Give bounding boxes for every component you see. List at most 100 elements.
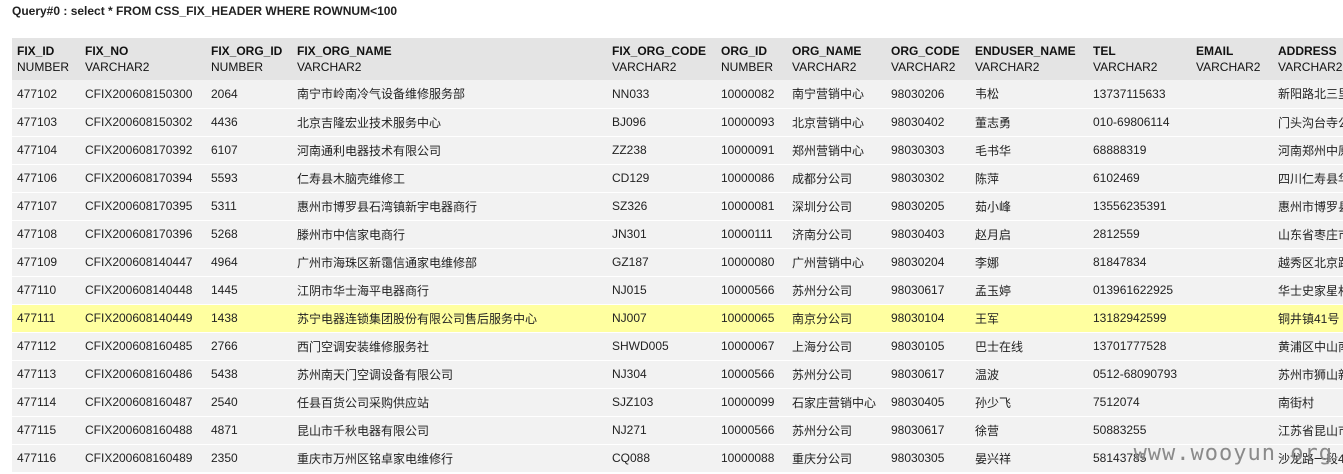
- table-cell: 98030405: [891, 395, 945, 409]
- table-cell: 苏州分公司: [792, 367, 853, 382]
- table-row[interactable]: 477115 CFIX200608160488 4871 昆山市千秋电器有限公司 NJ2…: [12, 416, 1343, 444]
- table-cell: 2540: [211, 395, 238, 409]
- table-cell: [1191, 248, 1273, 276]
- table-cell: 1438: [211, 311, 238, 325]
- table-cell: 5438: [211, 367, 238, 381]
- table-cell: 98030303: [891, 143, 945, 157]
- table-cell: 98030305: [891, 451, 945, 465]
- table-row[interactable]: 477114 CFIX200608160487 2540 任县百货公司采购供应站 SJZ…: [12, 388, 1343, 416]
- table-cell: 50883255: [1093, 423, 1147, 437]
- table-row[interactable]: 477108 CFIX200608170396 5268 滕州市中信家电商行 JN301…: [12, 220, 1343, 248]
- table-cell: 苏州分公司: [792, 423, 853, 438]
- table-cell: 南宁营销中心: [792, 87, 865, 102]
- table-cell: 7512074: [1093, 395, 1140, 409]
- table-row[interactable]: 477110 CFIX200608140448 1445 江阴市华士海平电器商行 NJ0…: [12, 276, 1343, 304]
- table-cell: 98030104: [891, 311, 945, 325]
- table-cell: 重庆市万州区铭卓家电维修行: [297, 451, 454, 466]
- column-header-fix-no[interactable]: FIX_NO VARCHAR2: [80, 38, 206, 80]
- table-cell: 477107: [17, 199, 58, 213]
- table-cell: 赵月启: [975, 227, 1012, 242]
- table-cell: CFIX200608170395: [85, 199, 193, 213]
- column-name: FIX_ORG_ID: [211, 44, 283, 58]
- table-cell: 2766: [211, 339, 238, 353]
- table-cell: 茹小峰: [975, 199, 1012, 214]
- table-cell: 10000081: [721, 199, 775, 213]
- table-cell: 河南通利电器技术有限公司: [297, 143, 442, 158]
- column-type: VARCHAR2: [297, 60, 362, 74]
- column-type: NUMBER: [17, 60, 70, 74]
- table-row[interactable]: 477103 CFIX200608150302 4436 北京吉隆宏业技术服务中心 BJ…: [12, 108, 1343, 136]
- table-row[interactable]: 477109 CFIX200608140447 4964 广州市海珠区新霭信通家电维修…: [12, 248, 1343, 276]
- column-header-fix-org-name[interactable]: FIX_ORG_NAME VARCHAR2: [292, 38, 607, 80]
- table-cell: [1191, 80, 1273, 108]
- column-header-enduser-name[interactable]: ENDUSER_NAME VARCHAR2: [970, 38, 1088, 80]
- table-cell: 惠州市博罗县石湾镇新宇电器商行: [297, 199, 478, 214]
- column-header-fix-id[interactable]: FIX_ID NUMBER: [12, 38, 80, 80]
- table-cell: CFIX200608170392: [85, 143, 193, 157]
- table-cell: 江阴市华士海平电器商行: [297, 283, 430, 298]
- table-cell: 孟玉婷: [975, 283, 1012, 298]
- table-cell: 477111: [17, 311, 56, 325]
- table-cell: 5311: [211, 199, 237, 213]
- table-cell: 98030302: [891, 171, 945, 185]
- table-cell: 477103: [17, 115, 58, 129]
- table-row[interactable]: 477111 CFIX200608140449 1438 苏宁电器连锁集团股份有限公司…: [12, 304, 1343, 332]
- table-cell: CFIX200608150300: [85, 86, 193, 101]
- table-cell: 13182942599: [1093, 311, 1167, 325]
- results-table-container[interactable]: FIX_ID NUMBER FIX_NO VARCHAR2 FIX_ORG_ID NUMB…: [12, 38, 1343, 474]
- table-cell: 毛书华: [975, 143, 1012, 158]
- table-cell: 孙少飞: [975, 395, 1012, 410]
- table-cell: 477108: [17, 227, 58, 241]
- column-header-fix-org-id[interactable]: FIX_ORG_ID NUMBER: [206, 38, 292, 80]
- table-cell: 4871: [211, 423, 238, 437]
- table-cell: 013961622925: [1093, 283, 1174, 297]
- column-header-org-code[interactable]: ORG_CODE VARCHAR2: [886, 38, 970, 80]
- table-cell: 西门空调安装维修服务社: [297, 339, 430, 354]
- table-cell: 477113: [17, 367, 57, 381]
- table-row[interactable]: 477106 CFIX200608170394 5593 仁寿县木脑壳维修工 CD129…: [12, 164, 1343, 192]
- table-cell: 10000566: [721, 367, 775, 381]
- column-type: VARCHAR2: [891, 60, 956, 74]
- column-name: EMAIL: [1196, 44, 1234, 58]
- table-cell: NJ271: [612, 423, 647, 437]
- column-header-tel[interactable]: TEL VARCHAR2: [1088, 38, 1191, 80]
- table-cell: 韦松: [975, 87, 1000, 102]
- table-cell: 河南郑州中原: [1278, 143, 1343, 158]
- table-cell: 温波: [975, 367, 1000, 382]
- table-row[interactable]: 477104 CFIX200608170392 6107 河南通利电器技术有限公司 ZZ…: [12, 136, 1343, 164]
- table-row[interactable]: 477113 CFIX200608160486 5438 苏州南天门空调设备有限公司 N…: [12, 360, 1343, 388]
- table-cell: CFIX200608140448: [85, 283, 193, 297]
- table-cell: ZZ238: [612, 143, 647, 157]
- column-header-org-id[interactable]: ORG_ID NUMBER: [716, 38, 787, 80]
- table-cell: [1191, 416, 1273, 444]
- table-cell: 98030402: [891, 115, 945, 129]
- table-cell: NJ007: [612, 311, 647, 325]
- column-header-email[interactable]: EMAIL VARCHAR2: [1191, 38, 1273, 80]
- table-cell: CFIX200608160488: [85, 423, 193, 437]
- table-cell: 98030617: [891, 367, 945, 381]
- table-row[interactable]: 477112 CFIX200608160485 2766 西门空调安装维修服务社 SHW…: [12, 332, 1343, 360]
- column-type: VARCHAR2: [612, 60, 677, 74]
- table-cell: 13737115633: [1093, 86, 1166, 101]
- table-row[interactable]: 477102 CFIX200608150300 2064 南宁市岭南冷气设备维修服务部…: [12, 80, 1343, 108]
- table-row[interactable]: 477107 CFIX200608170395 5311 惠州市博罗县石湾镇新宇电器商…: [12, 192, 1343, 220]
- column-type: VARCHAR2: [1093, 60, 1158, 74]
- table-cell: [1191, 276, 1273, 304]
- table-cell: 477114: [17, 395, 57, 409]
- column-name: ADDRESS: [1278, 44, 1337, 58]
- table-cell: 477109: [17, 255, 58, 269]
- table-cell: 苏宁电器连锁集团股份有限公司售后服务中心: [297, 311, 538, 326]
- table-cell: 董志勇: [975, 115, 1012, 130]
- column-name: FIX_ORG_CODE: [612, 44, 707, 58]
- table-cell: 2812559: [1093, 227, 1140, 241]
- column-name: FIX_NO: [85, 44, 129, 58]
- table-cell: 广州市海珠区新霭信通家电维修部: [297, 255, 478, 270]
- column-header-address[interactable]: ADDRESS VARCHAR2: [1273, 38, 1343, 80]
- column-header-fix-org-code[interactable]: FIX_ORG_CODE VARCHAR2: [607, 38, 716, 80]
- table-cell: 郑州营销中心: [792, 143, 865, 158]
- column-header-org-name[interactable]: ORG_NAME VARCHAR2: [787, 38, 886, 80]
- table-cell: [1191, 220, 1273, 248]
- table-cell: 10000082: [721, 86, 775, 101]
- table-cell: 晏兴祥: [975, 451, 1012, 466]
- table-cell: CD129: [612, 171, 650, 185]
